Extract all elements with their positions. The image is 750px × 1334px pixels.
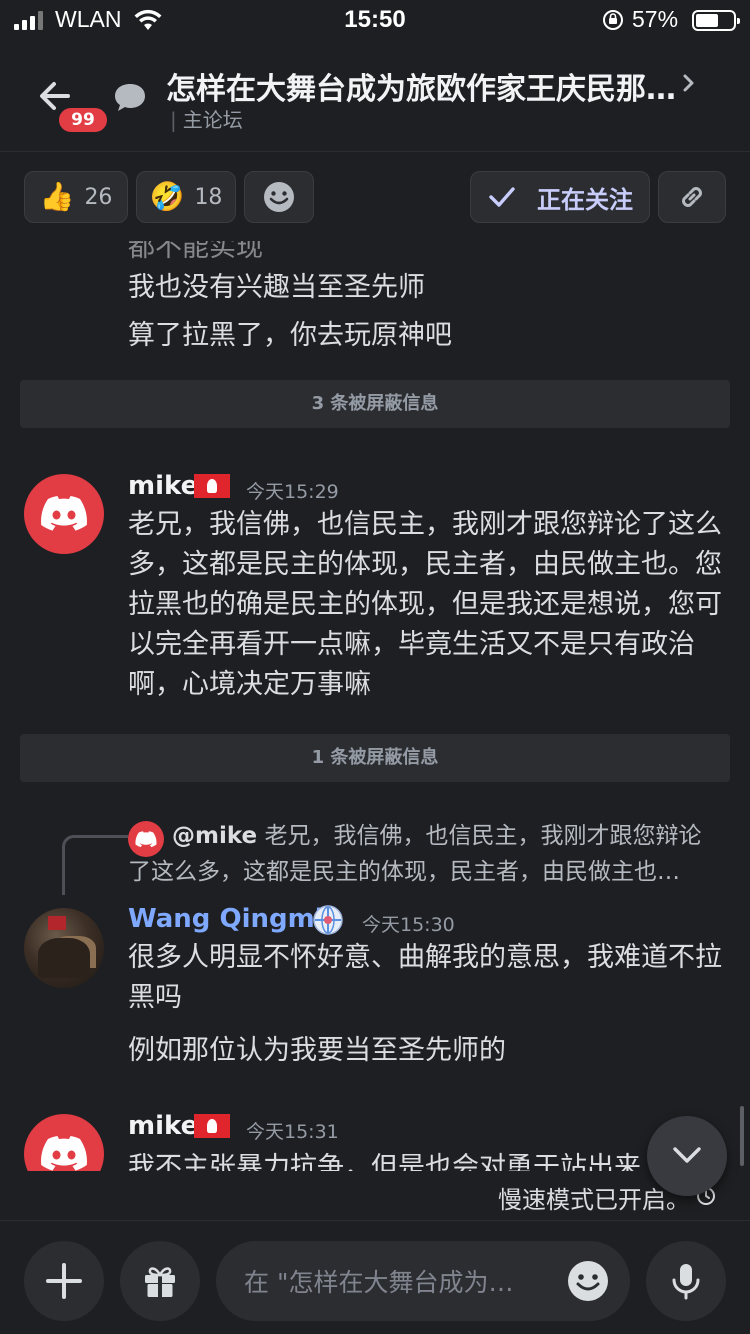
thread-header: 99 怎样在大舞台成为旅欧作家王庆民那… | 主论坛 (0, 40, 750, 152)
battery-icon (692, 10, 740, 31)
microphone-icon (672, 1264, 700, 1300)
reaction-thumbs-up[interactable]: 👍 26 (24, 171, 128, 223)
thumbs-up-icon: 👍 (39, 180, 75, 213)
emoji-picker-icon[interactable] (566, 1259, 610, 1303)
message-body: 老兄，我信佛，也信民主，我刚才跟您辩论了这么多，这都是民主的体现，民主者，由民做… (128, 509, 722, 700)
reactions-bar: 👍 26 🤣 18 正在关注 (0, 153, 750, 241)
battery-percent: 57% (632, 6, 679, 32)
add-reaction-button[interactable] (244, 171, 314, 223)
timestamp: 今天15:31 (246, 1121, 339, 1143)
divider: | (170, 108, 177, 132)
message-body: 很多人明显不怀好意、曲解我的意思，我难道不拉黑吗 (128, 942, 722, 1013)
timestamp: 今天15:29 (246, 481, 339, 503)
role-flag-icon (194, 1114, 230, 1138)
avatar[interactable] (24, 1114, 104, 1171)
timestamp: 今天15:30 (362, 914, 455, 936)
reply-connector (62, 835, 128, 895)
discord-logo-icon (41, 496, 87, 531)
message-body: 我不主张暴力抗争，但是也会对勇于站出来 (128, 1152, 641, 1171)
gift-icon (145, 1267, 175, 1297)
reply-mention: @mike (172, 823, 258, 849)
blocked-messages-bar[interactable]: 1 条被屏蔽信息 (20, 734, 730, 782)
unread-badge: 99 (56, 105, 110, 135)
username[interactable]: mike (128, 471, 198, 501)
reaction-count: 26 (84, 184, 113, 210)
message-composer: 在 "怎样在大舞台成为… (0, 1220, 750, 1334)
smiley-icon (264, 182, 294, 212)
avatar[interactable] (24, 474, 104, 554)
thread-icon (115, 84, 145, 111)
slowmode-notice: 慢速模式已开启。 (0, 1172, 750, 1220)
channel-name: 主论坛 (182, 108, 243, 132)
jump-to-bottom-button[interactable] (647, 1116, 727, 1196)
chevron-right-icon[interactable] (680, 70, 698, 96)
message-line: 算了拉黑了，你去玩原神吧 (128, 320, 452, 351)
username[interactable]: Wang Qingmin (128, 904, 342, 934)
voice-message-button[interactable] (646, 1241, 726, 1321)
thread-title[interactable]: 怎样在大舞台成为旅欧作家王庆民那… (166, 64, 686, 108)
message-list[interactable]: 都不能实现 我也没有兴趣当至圣先师 算了拉黑了，你去玩原神吧 3 条被屏蔽信息 … (0, 241, 750, 1171)
reaction-laugh[interactable]: 🤣 18 (136, 171, 236, 223)
chevron-down-icon (673, 1147, 701, 1163)
message-line: 我也没有兴趣当至圣先师 (128, 272, 425, 303)
add-attachment-button[interactable] (24, 1241, 104, 1321)
globe-badge-icon (313, 905, 343, 935)
message-line: 例如那位认为我要当至圣先师的 (128, 1035, 506, 1066)
gift-button[interactable] (120, 1241, 200, 1321)
username[interactable]: mike (128, 1111, 198, 1141)
avatar[interactable] (24, 908, 104, 988)
message-input-placeholder: 在 "怎样在大舞台成为… (244, 1268, 514, 1297)
reply-preview[interactable]: @mike 老兄，我信佛，也信民主，我刚才跟您辩论了这么多，这都是民主的体现，民… (128, 818, 718, 890)
checkmark-icon (489, 187, 515, 207)
blocked-messages-bar[interactable]: 3 条被屏蔽信息 (20, 380, 730, 428)
rotation-lock-icon (603, 10, 623, 30)
status-bar: WLAN 15:50 57% (0, 0, 750, 40)
following-label: 正在关注 (537, 185, 633, 214)
message-line-cropped: 都不能实现 (128, 241, 263, 263)
copy-link-button[interactable] (658, 171, 726, 223)
channel-label[interactable]: | 主论坛 (170, 104, 243, 133)
following-button[interactable]: 正在关注 (470, 171, 650, 223)
reaction-count: 18 (194, 184, 223, 210)
message-input[interactable]: 在 "怎样在大舞台成为… (216, 1241, 630, 1321)
plus-icon (46, 1263, 82, 1299)
role-flag-icon (194, 474, 230, 498)
discord-logo-icon (41, 1136, 87, 1171)
link-icon (682, 187, 702, 207)
laughing-face-icon: 🤣 (149, 180, 185, 213)
scrollbar[interactable] (740, 1106, 744, 1166)
